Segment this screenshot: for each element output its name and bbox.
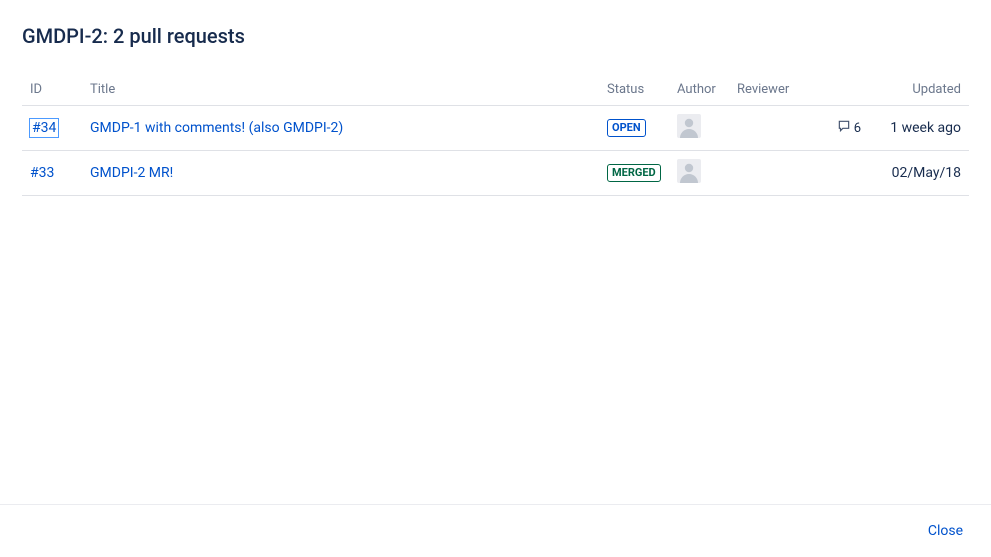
table-row: #34 GMDP-1 with comments! (also GMDPI-2) O…	[22, 106, 969, 151]
col-header-reviewer: Reviewer	[729, 76, 869, 106]
page-title: GMDPI-2: 2 pull requests	[22, 24, 969, 48]
author-avatar[interactable]	[677, 114, 701, 138]
author-avatar[interactable]	[677, 159, 701, 183]
comment-count[interactable]: 6	[837, 119, 861, 137]
pr-title-link[interactable]: GMDP-1 with comments! (also GMDPI-2)	[90, 120, 343, 136]
status-badge: OPEN	[607, 119, 646, 137]
col-header-status: Status	[599, 76, 669, 106]
comment-count-value: 6	[854, 121, 861, 136]
pr-title-link[interactable]: GMDPI-2 MR!	[90, 165, 173, 181]
table-row: #33 GMDPI-2 MR! MERGED 02/May/18	[22, 151, 969, 196]
pull-requests-table: ID Title Status Author Reviewer Updated …	[22, 76, 969, 196]
col-header-id: ID	[22, 76, 82, 106]
dialog-footer: Close	[0, 504, 991, 557]
col-header-updated: Updated	[869, 76, 969, 106]
comment-icon	[837, 119, 851, 137]
pr-id-link[interactable]: #33	[30, 165, 54, 181]
updated-cell: 02/May/18	[869, 151, 969, 196]
status-badge: MERGED	[607, 164, 661, 182]
col-header-title: Title	[82, 76, 599, 106]
updated-cell: 1 week ago	[869, 106, 969, 151]
col-header-author: Author	[669, 76, 729, 106]
close-button[interactable]: Close	[928, 523, 963, 539]
pr-id-link[interactable]: #34	[30, 119, 58, 137]
